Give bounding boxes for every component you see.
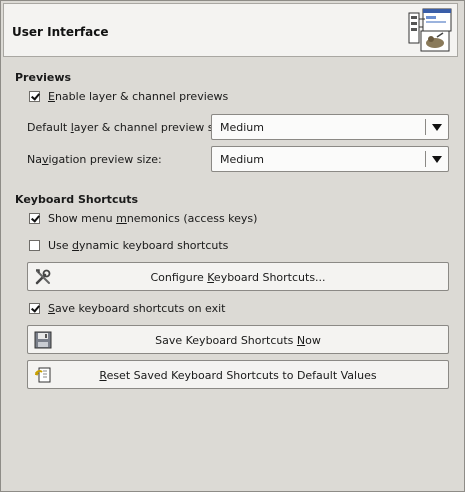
chevron-down-icon[interactable]: [432, 156, 442, 163]
previews-section-title: Previews: [15, 71, 72, 84]
configure-shortcuts-button[interactable]: Configure Keyboard Shortcuts...: [27, 262, 449, 291]
checkbox-box[interactable]: [29, 239, 40, 251]
show-mnemonics-checkbox[interactable]: Show menu mnemonics (access keys): [29, 211, 257, 225]
save-shortcuts-now-label: Save Keyboard Shortcuts Now: [155, 334, 321, 347]
configure-shortcuts-label: Configure Keyboard Shortcuts...: [150, 271, 326, 284]
preview-size-value: Medium: [220, 121, 264, 134]
nav-size-label: Navigation preview size:: [27, 153, 162, 166]
reset-shortcuts-label: Reset Saved Keyboard Shortcuts to Defaul…: [99, 369, 377, 382]
preview-size-label: Default layer & channel preview size:: [27, 121, 233, 134]
save-on-exit-checkbox[interactable]: Save keyboard shortcuts on exit: [29, 301, 226, 315]
reset-shortcuts-button[interactable]: Reset Saved Keyboard Shortcuts to Defaul…: [27, 360, 449, 389]
chevron-down-icon[interactable]: [432, 124, 442, 131]
nav-size-select[interactable]: Medium: [211, 146, 449, 172]
nav-size-value: Medium: [220, 153, 264, 166]
checkbox-box[interactable]: [29, 90, 40, 102]
checkbox-box[interactable]: [29, 212, 40, 224]
enable-previews-label: Enable layer & channel previews: [48, 89, 229, 103]
combo-divider: [425, 151, 426, 167]
page-header: User Interface: [3, 3, 458, 57]
enable-previews-checkbox[interactable]: Enable layer & channel previews: [29, 89, 228, 103]
shortcuts-section-title: Keyboard Shortcuts: [15, 193, 139, 206]
dynamic-shortcuts-checkbox[interactable]: Use dynamic keyboard shortcuts: [29, 238, 228, 252]
checkbox-box[interactable]: [29, 302, 40, 314]
preview-size-select[interactable]: Medium: [211, 114, 449, 140]
page-title: User Interface: [12, 25, 109, 39]
dynamic-shortcuts-label: Use dynamic keyboard shortcuts: [48, 238, 229, 252]
save-shortcuts-now-button[interactable]: Save Keyboard Shortcuts Now: [27, 325, 449, 354]
save-on-exit-label: Save keyboard shortcuts on exit: [48, 301, 226, 315]
combo-divider: [425, 119, 426, 135]
preferences-icon: [407, 7, 453, 53]
show-mnemonics-label: Show menu mnemonics (access keys): [48, 211, 258, 225]
